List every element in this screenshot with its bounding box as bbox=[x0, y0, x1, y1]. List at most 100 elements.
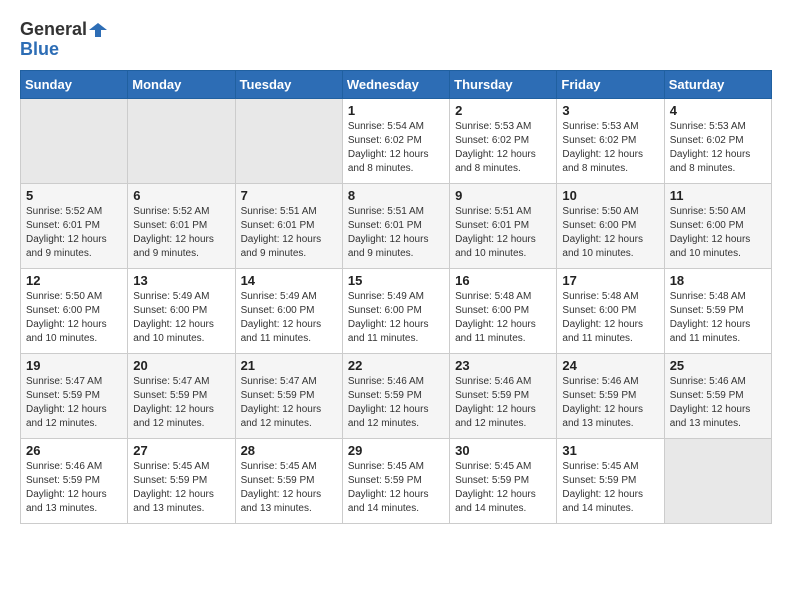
week-row-5: 26 Sunrise: 5:46 AMSunset: 5:59 PMDayligh… bbox=[21, 438, 772, 523]
calendar-cell-29: 29 Sunrise: 5:45 AMSunset: 5:59 PMDayligh… bbox=[342, 438, 449, 523]
weekday-header-monday: Monday bbox=[128, 70, 235, 98]
weekday-header-thursday: Thursday bbox=[450, 70, 557, 98]
day-info: Sunrise: 5:52 AMSunset: 6:01 PMDaylight:… bbox=[26, 205, 122, 261]
calendar-cell-2: 2 Sunrise: 5:53 AMSunset: 6:02 PMDaylight… bbox=[450, 98, 557, 183]
calendar-cell-24: 24 Sunrise: 5:46 AMSunset: 5:59 PMDayligh… bbox=[557, 353, 664, 438]
calendar-cell-13: 13 Sunrise: 5:49 AMSunset: 6:00 PMDayligh… bbox=[128, 268, 235, 353]
logo-bird-icon bbox=[89, 21, 107, 39]
day-number: 15 bbox=[348, 273, 444, 288]
calendar-cell-16: 16 Sunrise: 5:48 AMSunset: 6:00 PMDayligh… bbox=[450, 268, 557, 353]
calendar-cell-19: 19 Sunrise: 5:47 AMSunset: 5:59 PMDayligh… bbox=[21, 353, 128, 438]
calendar-cell-23: 23 Sunrise: 5:46 AMSunset: 5:59 PMDayligh… bbox=[450, 353, 557, 438]
calendar-cell-11: 11Sunrise: 5:50 AMSunset: 6:00 PMDayligh… bbox=[664, 183, 771, 268]
day-number: 9 bbox=[455, 188, 551, 203]
day-info: Sunrise: 5:47 AMSunset: 5:59 PMDaylight:… bbox=[241, 375, 337, 431]
day-number: 23 bbox=[455, 358, 551, 373]
calendar-cell-1: 1Sunrise: 5:54 AMSunset: 6:02 PMDaylight… bbox=[342, 98, 449, 183]
calendar-cell-15: 15 Sunrise: 5:49 AMSunset: 6:00 PMDayligh… bbox=[342, 268, 449, 353]
day-info: Sunrise: 5:48 AMSunset: 6:00 PMDaylight:… bbox=[455, 290, 551, 346]
calendar-cell-22: 22 Sunrise: 5:46 AMSunset: 5:59 PMDayligh… bbox=[342, 353, 449, 438]
day-info: Sunrise: 5:45 AMSunset: 5:59 PMDaylight:… bbox=[562, 460, 658, 516]
day-number: 24 bbox=[562, 358, 658, 373]
calendar-cell-30: 30 Sunrise: 5:45 AMSunset: 5:59 PMDayligh… bbox=[450, 438, 557, 523]
day-info: Sunrise: 5:45 AMSunset: 5:59 PMDaylight:… bbox=[133, 460, 229, 516]
day-info: Sunrise: 5:46 AMSunset: 5:59 PMDaylight:… bbox=[455, 375, 551, 431]
day-number: 4 bbox=[670, 103, 766, 118]
day-info: Sunrise: 5:49 AMSunset: 6:00 PMDaylight:… bbox=[241, 290, 337, 346]
day-number: 13 bbox=[133, 273, 229, 288]
day-number: 17 bbox=[562, 273, 658, 288]
day-info: Sunrise: 5:46 AMSunset: 5:59 PMDaylight:… bbox=[562, 375, 658, 431]
calendar-cell-28: 28 Sunrise: 5:45 AMSunset: 5:59 PMDayligh… bbox=[235, 438, 342, 523]
day-info: Sunrise: 5:45 AMSunset: 5:59 PMDaylight:… bbox=[348, 460, 444, 516]
day-number: 5 bbox=[26, 188, 122, 203]
day-info: Sunrise: 5:48 AMSunset: 5:59 PMDaylight:… bbox=[670, 290, 766, 346]
calendar-cell-6: 6Sunrise: 5:52 AMSunset: 6:01 PMDaylight… bbox=[128, 183, 235, 268]
calendar-cell-4: 4 Sunrise: 5:53 AMSunset: 6:02 PMDaylight… bbox=[664, 98, 771, 183]
calendar-cell-14: 14 Sunrise: 5:49 AMSunset: 6:00 PMDayligh… bbox=[235, 268, 342, 353]
weekday-header-saturday: Saturday bbox=[664, 70, 771, 98]
day-number: 21 bbox=[241, 358, 337, 373]
day-number: 27 bbox=[133, 443, 229, 458]
day-info: Sunrise: 5:52 AMSunset: 6:01 PMDaylight:… bbox=[133, 205, 229, 261]
calendar-cell-18: 18Sunrise: 5:48 AMSunset: 5:59 PMDayligh… bbox=[664, 268, 771, 353]
day-number: 31 bbox=[562, 443, 658, 458]
day-info: Sunrise: 5:49 AMSunset: 6:00 PMDaylight:… bbox=[348, 290, 444, 346]
day-number: 14 bbox=[241, 273, 337, 288]
weekday-header-wednesday: Wednesday bbox=[342, 70, 449, 98]
day-info: Sunrise: 5:50 AMSunset: 6:00 PMDaylight:… bbox=[562, 205, 658, 261]
calendar-cell-empty bbox=[128, 98, 235, 183]
calendar-table: SundayMondayTuesdayWednesdayThursdayFrid… bbox=[20, 70, 772, 524]
weekday-header-sunday: Sunday bbox=[21, 70, 128, 98]
weekday-header-row: SundayMondayTuesdayWednesdayThursdayFrid… bbox=[21, 70, 772, 98]
day-info: Sunrise: 5:49 AMSunset: 6:00 PMDaylight:… bbox=[133, 290, 229, 346]
day-number: 30 bbox=[455, 443, 551, 458]
calendar-cell-26: 26 Sunrise: 5:46 AMSunset: 5:59 PMDayligh… bbox=[21, 438, 128, 523]
day-info: Sunrise: 5:46 AMSunset: 5:59 PMDaylight:… bbox=[348, 375, 444, 431]
day-number: 16 bbox=[455, 273, 551, 288]
week-row-2: 5 Sunrise: 5:52 AMSunset: 6:01 PMDaylight… bbox=[21, 183, 772, 268]
calendar-cell-8: 8Sunrise: 5:51 AMSunset: 6:01 PMDaylight… bbox=[342, 183, 449, 268]
day-info: Sunrise: 5:51 AMSunset: 6:01 PMDaylight:… bbox=[241, 205, 337, 261]
calendar-cell-20: 20Sunrise: 5:47 AMSunset: 5:59 PMDayligh… bbox=[128, 353, 235, 438]
calendar-cell-3: 3 Sunrise: 5:53 AMSunset: 6:02 PMDaylight… bbox=[557, 98, 664, 183]
day-info: Sunrise: 5:50 AMSunset: 6:00 PMDaylight:… bbox=[26, 290, 122, 346]
calendar-body: 1Sunrise: 5:54 AMSunset: 6:02 PMDaylight… bbox=[21, 98, 772, 523]
day-number: 26 bbox=[26, 443, 122, 458]
day-info: Sunrise: 5:53 AMSunset: 6:02 PMDaylight:… bbox=[455, 120, 551, 176]
calendar-cell-27: 27 Sunrise: 5:45 AMSunset: 5:59 PMDayligh… bbox=[128, 438, 235, 523]
day-number: 28 bbox=[241, 443, 337, 458]
week-row-4: 19 Sunrise: 5:47 AMSunset: 5:59 PMDayligh… bbox=[21, 353, 772, 438]
day-number: 2 bbox=[455, 103, 551, 118]
weekday-header-tuesday: Tuesday bbox=[235, 70, 342, 98]
calendar-cell-5: 5 Sunrise: 5:52 AMSunset: 6:01 PMDaylight… bbox=[21, 183, 128, 268]
day-info: Sunrise: 5:53 AMSunset: 6:02 PMDaylight:… bbox=[670, 120, 766, 176]
calendar-cell-10: 10 Sunrise: 5:50 AMSunset: 6:00 PMDayligh… bbox=[557, 183, 664, 268]
day-info: Sunrise: 5:46 AMSunset: 5:59 PMDaylight:… bbox=[670, 375, 766, 431]
week-row-3: 12 Sunrise: 5:50 AMSunset: 6:00 PMDayligh… bbox=[21, 268, 772, 353]
day-number: 7 bbox=[241, 188, 337, 203]
day-number: 12 bbox=[26, 273, 122, 288]
calendar-cell-17: 17 Sunrise: 5:48 AMSunset: 6:00 PMDayligh… bbox=[557, 268, 664, 353]
day-info: Sunrise: 5:45 AMSunset: 5:59 PMDaylight:… bbox=[241, 460, 337, 516]
calendar-cell-empty bbox=[21, 98, 128, 183]
calendar-cell-21: 21 Sunrise: 5:47 AMSunset: 5:59 PMDayligh… bbox=[235, 353, 342, 438]
day-info: Sunrise: 5:54 AMSunset: 6:02 PMDaylight:… bbox=[348, 120, 444, 176]
weekday-header-friday: Friday bbox=[557, 70, 664, 98]
day-number: 25 bbox=[670, 358, 766, 373]
day-number: 11 bbox=[670, 188, 766, 203]
day-number: 19 bbox=[26, 358, 122, 373]
day-number: 10 bbox=[562, 188, 658, 203]
day-info: Sunrise: 5:45 AMSunset: 5:59 PMDaylight:… bbox=[455, 460, 551, 516]
day-number: 29 bbox=[348, 443, 444, 458]
calendar-cell-25: 25 Sunrise: 5:46 AMSunset: 5:59 PMDayligh… bbox=[664, 353, 771, 438]
day-info: Sunrise: 5:48 AMSunset: 6:00 PMDaylight:… bbox=[562, 290, 658, 346]
day-number: 3 bbox=[562, 103, 658, 118]
day-info: Sunrise: 5:46 AMSunset: 5:59 PMDaylight:… bbox=[26, 460, 122, 516]
page-header: General Blue bbox=[20, 20, 772, 60]
day-number: 22 bbox=[348, 358, 444, 373]
calendar-cell-12: 12 Sunrise: 5:50 AMSunset: 6:00 PMDayligh… bbox=[21, 268, 128, 353]
day-info: Sunrise: 5:53 AMSunset: 6:02 PMDaylight:… bbox=[562, 120, 658, 176]
week-row-1: 1Sunrise: 5:54 AMSunset: 6:02 PMDaylight… bbox=[21, 98, 772, 183]
day-info: Sunrise: 5:47 AMSunset: 5:59 PMDaylight:… bbox=[26, 375, 122, 431]
